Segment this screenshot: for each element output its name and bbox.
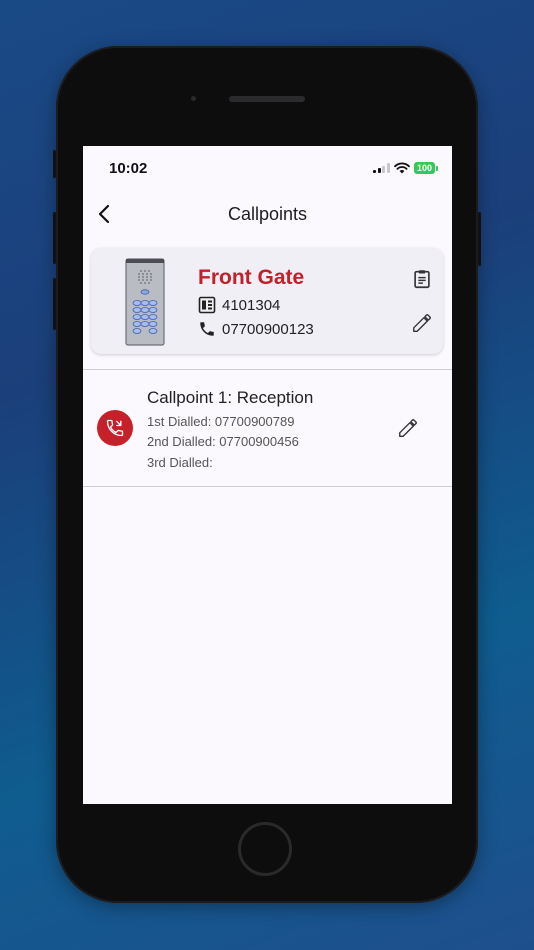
callpoint-avatar [97,410,133,446]
status-time: 10:02 [109,160,148,177]
battery-icon: 100 [413,162,438,174]
status-icons: 100 [373,162,438,174]
pencil-icon[interactable] [397,417,419,439]
second-dialled: 2nd Dialled: 07700900456 [147,434,299,449]
third-dialled: 3rd Dialled: [147,455,213,470]
intercom-device-image [125,258,165,346]
nav-header: Callpoints [83,196,452,232]
earpiece-speaker [229,96,305,102]
front-camera [191,96,196,101]
mute-switch [53,150,56,178]
home-button[interactable] [238,822,292,876]
device-card[interactable]: Front Gate 4101304 07700900123 [91,248,443,354]
clipboard-icon[interactable] [411,268,433,290]
app-screen: 10:02 100 Callpoints Front Gate 4101304 … [83,146,452,804]
volume-down-button [53,278,56,330]
device-id-row: 4101304 [198,296,280,314]
cellular-signal-icon [373,163,390,173]
device-phone: 07700900123 [222,320,314,338]
divider [83,486,452,487]
status-bar: 10:02 100 [83,146,452,190]
device-id: 4101304 [222,296,281,314]
callpoint-title: Callpoint 1: Reception [147,388,314,407]
volume-up-button [53,212,56,264]
first-dialled: 1st Dialled: 07700900789 [147,414,295,429]
device-name: Front Gate [198,266,305,289]
battery-level: 100 [413,162,435,174]
wifi-icon [394,162,410,174]
keypad-id-icon [198,296,216,314]
pencil-icon[interactable] [411,312,433,334]
power-button [478,212,481,266]
list-item[interactable]: Callpoint 1: Reception 1st Dialled: 0770… [83,370,452,486]
phone-callback-icon [106,419,124,437]
page-title: Callpoints [227,204,308,224]
phone-icon [200,322,214,336]
device-phone-row: 07700900123 [198,320,314,338]
